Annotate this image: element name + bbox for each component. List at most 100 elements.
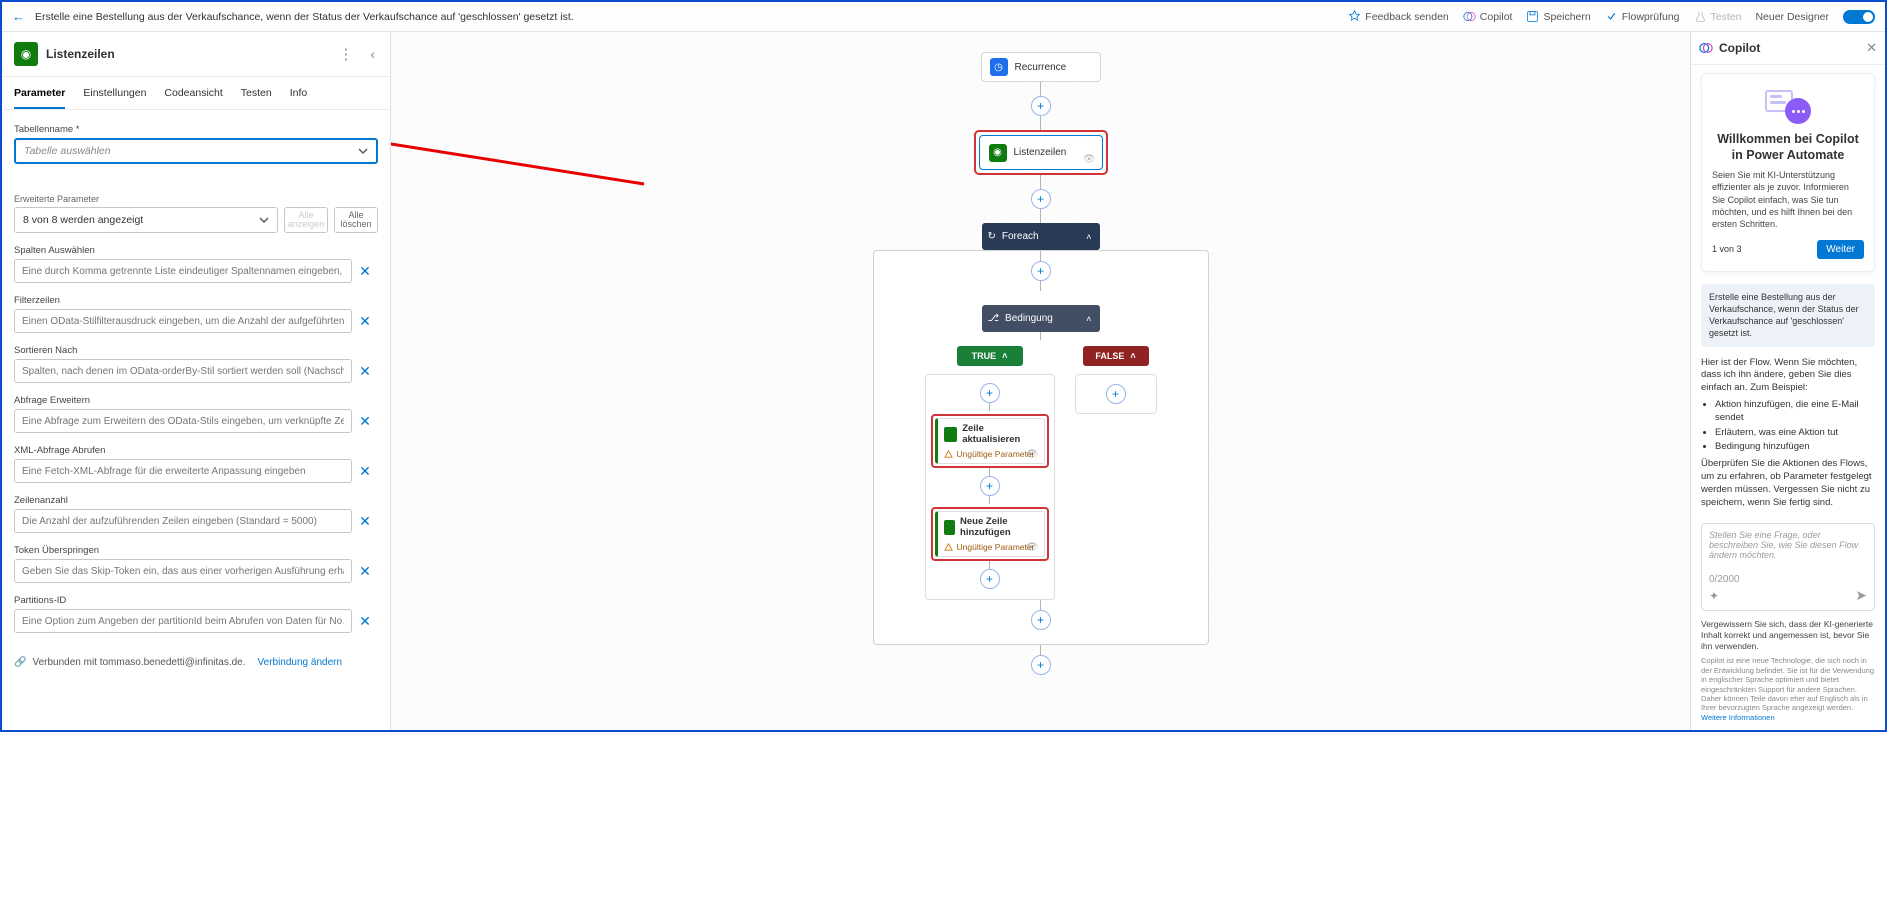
advanced-shown-select[interactable]: 8 von 8 werden angezeigt — [14, 207, 278, 233]
send-button[interactable]: ➤ — [1855, 587, 1867, 604]
expand-input[interactable] — [14, 409, 352, 433]
node-condition-label: Bedingung — [1005, 313, 1053, 324]
sort-label: Sortieren Nach — [14, 345, 378, 356]
cols-input[interactable] — [14, 259, 352, 283]
update-invalid-text: Ungültige Parameter — [957, 449, 1035, 459]
add-step-button[interactable]: + — [1106, 384, 1126, 404]
true-branch-header[interactable]: TRUE˄ — [957, 346, 1023, 366]
cols-clear[interactable]: ✕ — [358, 264, 372, 278]
tablename-placeholder: Tabelle auswählen — [24, 145, 111, 157]
top-bar: ← Erstelle eine Bestellung aus der Verka… — [2, 2, 1885, 32]
true-scope: + Zeile aktualisieren Ungültige Parameter… — [925, 374, 1055, 600]
rows-input[interactable] — [14, 509, 352, 533]
skip-input[interactable] — [14, 559, 352, 583]
rows-label: Zeilenanzahl — [14, 495, 378, 506]
cols-label: Spalten Auswählen — [14, 245, 378, 256]
partition-label: Partitions-ID — [14, 595, 378, 606]
tab-test[interactable]: Testen — [241, 77, 272, 109]
chevron-down-icon — [259, 215, 269, 225]
false-branch-header[interactable]: FALSE ˄ — [1083, 346, 1149, 366]
new-designer-toggle[interactable] — [1843, 10, 1875, 24]
tab-parameter[interactable]: Parameter — [14, 77, 65, 109]
add-step-button[interactable]: + — [1031, 261, 1051, 281]
add-step-button[interactable]: + — [1031, 189, 1051, 209]
copilot-suggestion: Erläutern, was eine Aktion tut — [1715, 427, 1875, 440]
timer-icon: ◷ — [990, 58, 1008, 76]
dataverse-icon — [944, 427, 958, 442]
change-connection-link[interactable]: Verbindung ändern — [258, 657, 343, 668]
panel-more-button[interactable]: ⋮ — [332, 45, 359, 63]
tab-info[interactable]: Info — [290, 77, 308, 109]
copilot-close-button[interactable]: ✕ — [1866, 40, 1877, 56]
add-step-button[interactable]: + — [1031, 96, 1051, 116]
copilot-more-info-link[interactable]: Weitere Informationen — [1701, 713, 1775, 722]
add-step-button[interactable]: + — [1031, 610, 1051, 630]
copilot-response: Hier ist der Flow. Wenn Sie möchten, das… — [1701, 357, 1875, 510]
flow-canvas[interactable]: ◷Recurrence + ◉ Listenzeilen 👁 + ↻Foreach˄… — [391, 32, 1690, 730]
panel-tabs: Parameter Einstellungen Codeansicht Test… — [2, 77, 390, 110]
copilot-input[interactable]: Stellen Sie eine Frage, oder beschreiben… — [1701, 523, 1875, 611]
test-button[interactable]: Testen — [1694, 10, 1742, 23]
partition-input[interactable] — [14, 609, 352, 633]
add-step-button[interactable]: + — [980, 383, 1000, 403]
panel-collapse-button[interactable]: ‹ — [367, 46, 378, 62]
dataverse-icon — [944, 520, 956, 535]
branch-icon: ⎇ — [988, 313, 1000, 324]
tab-settings[interactable]: Einstellungen — [83, 77, 146, 109]
tablename-select[interactable]: Tabelle auswählen — [14, 138, 378, 164]
advanced-label: Erweiterte Parameter — [14, 194, 378, 204]
node-recurrence[interactable]: ◷Recurrence — [981, 52, 1101, 82]
expand-label: Abfrage Erweitern — [14, 395, 378, 406]
peek-icon: 👁 — [1083, 154, 1096, 165]
node-new-row-label: Neue Zeile hinzufügen — [960, 516, 1037, 538]
save-button[interactable]: Speichern — [1526, 10, 1590, 23]
tablename-label: Tabellenname — [14, 124, 378, 135]
skip-label: Token Überspringen — [14, 545, 378, 556]
back-button[interactable]: ← — [12, 9, 25, 24]
dataverse-icon: ◉ — [989, 144, 1007, 162]
node-new-row[interactable]: Neue Zeile hinzufügenUngültige Parameter… — [935, 511, 1045, 557]
filter-clear[interactable]: ✕ — [358, 314, 372, 328]
node-condition[interactable]: ⎇ Bedingung ˄ — [982, 305, 1100, 332]
xml-clear[interactable]: ✕ — [358, 464, 372, 478]
sort-clear[interactable]: ✕ — [358, 364, 372, 378]
flowcheck-button[interactable]: Flowprüfung — [1605, 10, 1680, 23]
add-step-button[interactable]: + — [1031, 655, 1051, 675]
copilot-continue-button[interactable]: Weiter — [1817, 240, 1864, 259]
chevron-up-icon: ˄ — [1086, 232, 1091, 242]
copilot-suggestion: Bedingung hinzufügen — [1715, 441, 1875, 454]
tab-code[interactable]: Codeansicht — [164, 77, 222, 109]
false-label: FALSE — [1095, 351, 1124, 361]
peek-icon: 👁 — [1026, 542, 1039, 553]
sparkle-icon[interactable]: ✦ — [1709, 589, 1719, 603]
action-panel: ◉ Listenzeilen ⋮ ‹ Parameter Einstellung… — [2, 32, 391, 730]
chevron-up-icon: ˄ — [1130, 351, 1135, 361]
node-listrows-label: Listenzeilen — [1014, 147, 1067, 158]
copilot-note: Vergewissern Sie sich, dass der KI-gener… — [1691, 619, 1885, 652]
clear-all-button[interactable]: Alle löschen — [334, 207, 378, 233]
copilot-toolbar-button[interactable]: Copilot — [1463, 10, 1513, 23]
advanced-shown-text: 8 von 8 werden angezeigt — [23, 214, 143, 226]
skip-clear[interactable]: ✕ — [358, 564, 372, 578]
copilot-fineprint: Copilot ist eine neue Technologie, die s… — [1691, 652, 1885, 730]
warning-icon — [944, 450, 953, 459]
sort-input[interactable] — [14, 359, 352, 383]
filter-input[interactable] — [14, 309, 352, 333]
chevron-up-icon: ˄ — [1086, 314, 1091, 324]
node-update-row-label: Zeile aktualisieren — [962, 423, 1037, 445]
expand-clear[interactable]: ✕ — [358, 414, 372, 428]
xml-label: XML-Abfrage Abrufen — [14, 445, 378, 456]
xml-input[interactable] — [14, 459, 352, 483]
add-step-button[interactable]: + — [980, 569, 1000, 589]
copilot-welcome: Willkommen bei Copilot in Power Automate — [1712, 132, 1864, 163]
copilot-response-2: Überprüfen Sie die Aktionen des Flows, u… — [1701, 458, 1875, 509]
node-foreach[interactable]: ↻Foreach˄ — [982, 223, 1100, 250]
rows-clear[interactable]: ✕ — [358, 514, 372, 528]
node-listrows[interactable]: ◉ Listenzeilen 👁 — [981, 137, 1101, 168]
loop-icon: ↻ — [988, 231, 996, 242]
node-update-row[interactable]: Zeile aktualisierenUngültige Parameter👁 — [935, 418, 1045, 464]
copilot-title: Copilot — [1719, 41, 1860, 55]
partition-clear[interactable]: ✕ — [358, 614, 372, 628]
add-step-button[interactable]: + — [980, 476, 1000, 496]
feedback-button[interactable]: Feedback senden — [1348, 10, 1448, 23]
